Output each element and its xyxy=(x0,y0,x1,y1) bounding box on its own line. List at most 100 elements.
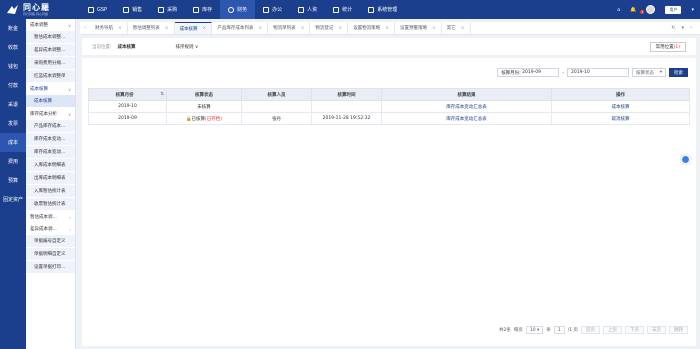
chevron-down-icon[interactable]: ▾ xyxy=(681,25,684,31)
breadcrumb-label: 当前位置: xyxy=(92,44,112,50)
sub-item[interactable]: 红蓝成本调整单 xyxy=(26,70,75,83)
sort-icon[interactable]: ⇅ xyxy=(160,92,166,97)
sub-item[interactable]: 采购费用分摊... xyxy=(26,57,75,70)
tab[interactable]: 物流单列表 × xyxy=(268,22,311,34)
close-icon[interactable]: × xyxy=(432,26,436,31)
rail-item[interactable]: 采退 xyxy=(0,95,26,114)
logo-mark-icon xyxy=(7,5,18,14)
tab-label: 设置物流策略 xyxy=(353,26,381,31)
avatar[interactable] xyxy=(646,5,656,14)
close-icon[interactable]: × xyxy=(203,26,207,31)
refresh-icon[interactable]: ↻ xyxy=(671,25,675,31)
next-page-button[interactable]: 下页 xyxy=(625,326,644,334)
sub-item[interactable]: 出库成本明细表 xyxy=(26,172,75,185)
prev-page-button[interactable]: 上页 xyxy=(603,326,622,334)
sub-group[interactable]: 成本调整 ∨ xyxy=(26,19,75,31)
sub-group[interactable]: 库存成本分析 ∨ xyxy=(26,108,75,120)
page-input[interactable]: 1 xyxy=(553,326,565,334)
close-icon[interactable]: × xyxy=(385,26,389,31)
last-page-button[interactable]: 末页 xyxy=(647,326,666,334)
jump-page-button[interactable]: 跳转 xyxy=(669,326,688,334)
first-page-button[interactable]: 首页 xyxy=(581,326,600,334)
topnav-stats[interactable]: 统计 xyxy=(325,0,360,19)
sub-item[interactable]: 收票暂估统计表 xyxy=(26,198,75,211)
cell-status: 🔒已核算(已存档) xyxy=(166,112,242,125)
sub-item[interactable]: 暂估成本调整... xyxy=(26,31,75,44)
close-icon[interactable]: × xyxy=(338,26,342,31)
period-end-input[interactable]: 2019-10 xyxy=(567,68,629,77)
column-header: 核算状态 xyxy=(166,88,242,101)
cost-accounting-action[interactable]: 成本核算 xyxy=(551,100,690,113)
rail-item[interactable]: 费用 xyxy=(0,152,26,171)
tab[interactable]: 设置预警策略 × xyxy=(395,22,442,34)
sub-item[interactable]: 库存成本变动... xyxy=(26,146,75,159)
tab[interactable]: 产品库存成本列表 × xyxy=(212,22,269,34)
notification-bell[interactable]: 🔔 1 xyxy=(630,7,645,14)
close-icon[interactable]: × xyxy=(461,26,465,31)
sub-item[interactable]: 入库成本明细表 xyxy=(26,159,75,172)
rail-item[interactable]: 收款 xyxy=(0,38,26,57)
common-location-button[interactable]: 常用位置(1) xyxy=(649,41,686,52)
user-name[interactable]: 用户 xyxy=(665,5,682,14)
status-select[interactable]: 核算状态 ▾ xyxy=(632,68,666,77)
tab-cost-accounting[interactable]: 成本核算 × xyxy=(174,22,213,34)
tab[interactable]: 其它 × xyxy=(442,22,471,34)
topnav-hr[interactable]: 人资 xyxy=(290,0,325,19)
hr-icon xyxy=(298,6,305,13)
topnav-purchase[interactable]: 采购 xyxy=(150,0,185,19)
sub-group[interactable]: 成本核算 ∨ xyxy=(26,83,75,95)
tab-label: 产品库存成本列表 xyxy=(217,26,254,31)
search-button[interactable]: 检索 xyxy=(669,68,688,77)
column-header[interactable]: 核算月份 ⇅ xyxy=(88,88,167,101)
sub-item[interactable]: 入库暂估统计表 xyxy=(26,185,75,198)
close-icon[interactable]: × xyxy=(118,26,122,31)
topnav-inventory[interactable]: 库存 xyxy=(185,0,220,19)
tab[interactable]: 暂估调整列表 × xyxy=(128,22,175,34)
range-separator: - xyxy=(562,69,564,76)
rail-item[interactable]: 付款 xyxy=(0,76,26,95)
rail-item[interactable]: 预算 xyxy=(0,171,26,190)
cost-accounting-table: 核算月份 ⇅ 核算状态 核算人员 核算时间 核算结果 操作 2019-10 未核… xyxy=(88,88,690,125)
close-icon[interactable]: × xyxy=(165,26,169,31)
close-icon[interactable]: × xyxy=(301,26,305,31)
sub-item[interactable]: 产品库存成本... xyxy=(26,120,75,133)
period-start-input[interactable]: 核算月份: 2019-09 xyxy=(497,68,560,77)
rail-item[interactable]: 发票 xyxy=(0,114,26,133)
tab[interactable]: 设置物流策略 × xyxy=(348,22,395,34)
tab[interactable]: 财务导航 × xyxy=(90,22,128,34)
sub-item[interactable]: 单据编号自定义 xyxy=(26,235,75,248)
chevron-right-icon[interactable]: › xyxy=(690,25,692,31)
chevron-down-icon: ∨ xyxy=(68,86,71,92)
sub-item[interactable]: 单据明细自定义 xyxy=(26,248,75,261)
topnav-gsp[interactable]: GSP xyxy=(80,0,115,19)
floating-help-icon[interactable] xyxy=(681,155,690,164)
purchase-icon xyxy=(158,6,165,13)
rail-item[interactable]: 账金 xyxy=(0,19,26,38)
topnav-office[interactable]: 办公 xyxy=(255,0,290,19)
logo-subtitle: 同行同路·同心同羅 xyxy=(23,12,48,16)
topnav-system[interactable]: 系统管理 xyxy=(360,0,405,19)
app-logo[interactable]: 同心羅 同行同路·同心同羅 xyxy=(0,0,80,19)
rail-item-cost[interactable]: 成本 xyxy=(0,133,26,152)
sub-group[interactable]: 差异成本调... › xyxy=(26,223,75,235)
chevron-left-icon[interactable]: ‹ xyxy=(80,22,90,34)
home-icon[interactable]: ⌂ xyxy=(617,7,620,13)
sub-item[interactable]: 差异成本调整... xyxy=(26,44,75,57)
result-link[interactable]: 库存成本变动汇总表 xyxy=(381,112,552,125)
chevron-down-icon[interactable]: ▾ xyxy=(691,7,694,13)
cancel-accounting-action[interactable]: 取消核算 xyxy=(551,112,690,125)
result-link[interactable]: 库存成本变动汇总表 xyxy=(381,100,552,113)
close-icon[interactable]: × xyxy=(258,26,262,31)
sub-item[interactable]: 设置单据打印... xyxy=(26,261,75,274)
topnav-sales[interactable]: 销售 xyxy=(115,0,150,19)
per-page-select[interactable]: 10 ▾ xyxy=(525,326,544,334)
tab[interactable]: 物流登记 × xyxy=(310,22,349,34)
rail-item[interactable]: 钱包 xyxy=(0,57,26,76)
topnav-finance[interactable]: 财务 xyxy=(220,0,256,19)
rail-item[interactable]: 固定资产 xyxy=(0,190,26,209)
sub-group-label: 差异成本调... xyxy=(30,227,57,232)
sort-rule-dropdown[interactable]: 排序规则 ∨ xyxy=(176,44,199,50)
sub-item-cost-accounting[interactable]: 成本核算 xyxy=(26,95,75,108)
sub-item[interactable]: 库存成本变动... xyxy=(26,133,75,146)
sub-group[interactable]: 暂估成本调... › xyxy=(26,211,75,223)
